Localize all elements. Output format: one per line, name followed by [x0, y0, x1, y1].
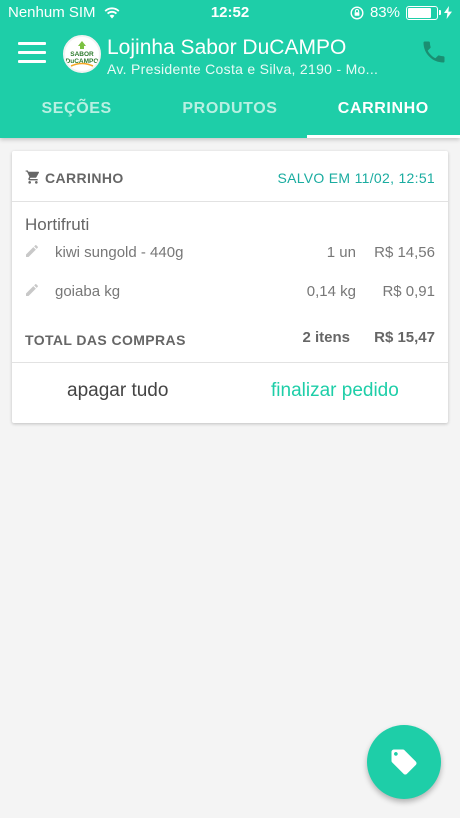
clear-cart-button[interactable]: apagar tudo	[67, 380, 168, 402]
store-address: Av. Presidente Costa e Silva, 2190 - Mo.…	[107, 61, 379, 77]
section-name: Hortifruti	[25, 215, 90, 234]
pencil-icon[interactable]	[24, 282, 40, 298]
cart-actions: apagar tudo finalizar pedido	[12, 362, 448, 423]
saved-timestamp: SALVO EM 11/02, 12:51	[277, 170, 435, 186]
status-bar: Nenhum SIM 12:52 83%	[0, 0, 460, 26]
battery-icon	[406, 5, 441, 20]
cart-item: kiwi sungold - 440g 1 un R$ 14,56	[12, 243, 448, 265]
cart-item: goiaba kg 0,14 kg R$ 0,91	[12, 282, 448, 304]
orientation-lock-icon	[350, 5, 364, 20]
item-quantity: 1 un	[326, 244, 356, 261]
battery-percent: 83%	[369, 4, 400, 21]
pencil-icon[interactable]	[24, 243, 40, 259]
logo-text-top: SABOR	[70, 51, 94, 58]
checkout-button[interactable]: finalizar pedido	[271, 380, 399, 402]
charging-icon	[444, 6, 452, 19]
app-header: Nenhum SIM 12:52 83% SABOR DuCAMPO Lojin…	[0, 0, 460, 138]
store-logo-graphic: SABOR DuCAMPO	[66, 41, 98, 67]
tab-secoes[interactable]: SEÇÕES	[0, 86, 153, 138]
tag-icon	[391, 749, 417, 775]
tab-carrinho[interactable]: CARRINHO	[306, 86, 460, 138]
item-price: R$ 14,56	[374, 244, 435, 261]
total-count: 2 itens	[302, 329, 350, 346]
cart-icon	[25, 170, 39, 184]
store-logo: SABOR DuCAMPO	[63, 35, 101, 73]
total-price: R$ 15,47	[374, 329, 435, 346]
item-price: R$ 0,91	[382, 283, 435, 300]
cart-header: CARRINHO SALVO EM 11/02, 12:51	[12, 151, 448, 202]
item-name: kiwi sungold - 440g	[55, 244, 184, 261]
total-label: TOTAL DAS COMPRAS	[25, 332, 186, 348]
menu-icon[interactable]	[18, 42, 46, 64]
item-quantity: 0,14 kg	[306, 283, 356, 300]
total-row: TOTAL DAS COMPRAS 2 itens R$ 15,47	[12, 329, 448, 351]
cart-title: CARRINHO	[45, 170, 124, 186]
tab-bar: SEÇÕES PRODUTOS CARRINHO	[0, 86, 460, 138]
battery-level	[408, 7, 432, 18]
promotions-fab[interactable]	[367, 725, 441, 799]
item-name: goiaba kg	[55, 283, 121, 300]
status-right: 83%	[350, 4, 452, 21]
tab-produtos[interactable]: PRODUTOS	[153, 86, 306, 138]
cart-card: CARRINHO SALVO EM 11/02, 12:51 Hortifrut…	[12, 151, 448, 423]
app-bar: SABOR DuCAMPO Lojinha Sabor DuCAMPO Av. …	[0, 28, 460, 84]
phone-icon[interactable]	[420, 38, 448, 66]
store-name: Lojinha Sabor DuCAMPO	[107, 36, 347, 59]
